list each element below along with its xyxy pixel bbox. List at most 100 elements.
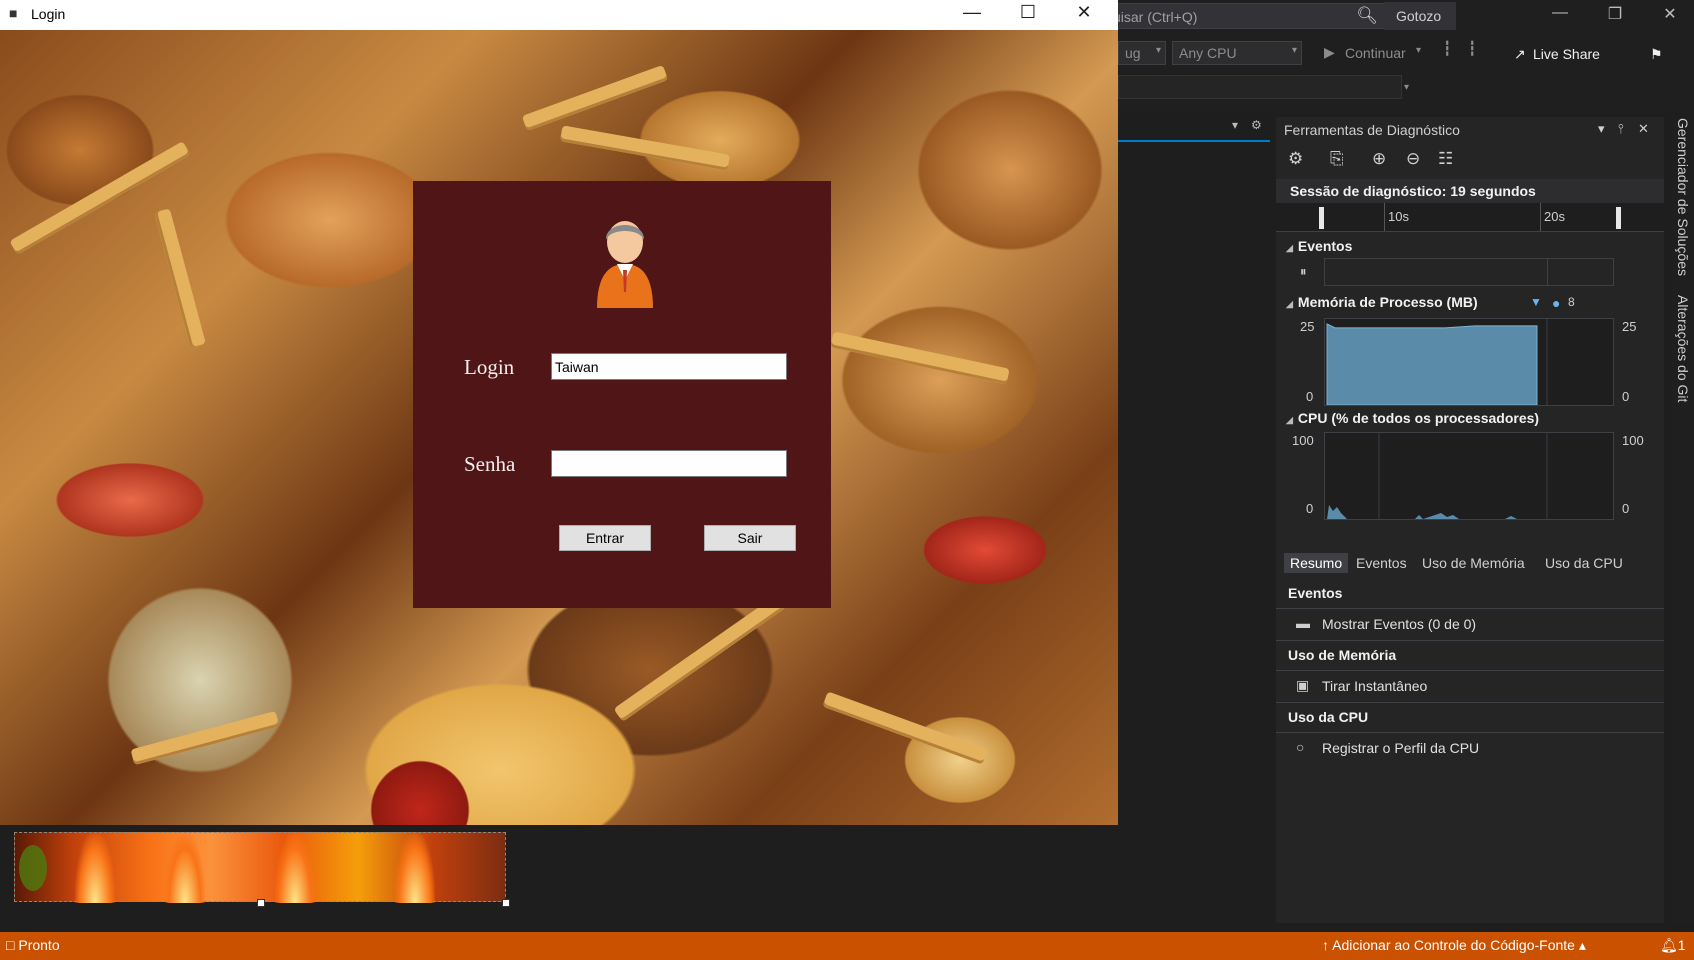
step-over-icon[interactable]: ┇ — [1468, 40, 1476, 57]
fire-picturebox[interactable] — [14, 832, 506, 903]
app-icon: ■ — [9, 5, 18, 21]
memory-y-max-left: 25 — [1300, 319, 1315, 334]
side-tab-git-changes[interactable]: Alterações do Git — [1675, 295, 1691, 402]
dropdown-icon[interactable]: ▾ — [1598, 121, 1605, 137]
tab-resumo[interactable]: Resumo — [1284, 553, 1349, 573]
diag-tabs: Resumo Eventos Uso de Memória Uso da CPU — [1276, 551, 1664, 577]
chevron-down-icon[interactable]: ▾ — [1416, 45, 1421, 56]
vs-restore-icon[interactable]: ❐ — [1600, 4, 1630, 24]
senha-label: Senha — [464, 452, 516, 476]
cpu-chart-plot — [1327, 433, 1548, 519]
active-tab-indicator — [1118, 140, 1270, 142]
minimize-icon[interactable]: — — [950, 2, 994, 23]
gc-marker-icon: ▼ — [1530, 295, 1542, 309]
fry-shape — [830, 331, 1010, 385]
flame-shape — [395, 833, 435, 903]
feedback-icon[interactable]: ⚑ — [1650, 46, 1663, 63]
login-input[interactable] — [551, 353, 787, 380]
tick-line — [1384, 203, 1385, 231]
timeline-start-handle[interactable] — [1319, 207, 1324, 229]
sair-button[interactable]: Sair — [704, 525, 796, 551]
continue-button[interactable]: Continuar — [1345, 45, 1406, 61]
notification-count: 1 — [1677, 937, 1686, 953]
zoom-out-icon[interactable]: ⊖ — [1406, 149, 1420, 169]
fry-shape — [521, 64, 669, 132]
vs-close-icon[interactable]: ✕ — [1655, 4, 1685, 24]
step-icon[interactable]: ┇ — [1443, 40, 1451, 57]
senha-input[interactable] — [551, 450, 787, 477]
config-combo-value: ug — [1125, 45, 1141, 61]
decorative-leaf — [19, 845, 47, 891]
take-snapshot-link[interactable]: ▣ Tirar Instantâneo — [1276, 671, 1664, 703]
record-cpu-profile-link[interactable]: ○ Registrar o Perfil da CPU — [1276, 733, 1664, 765]
collapse-icon: ◢ — [1286, 415, 1293, 425]
live-share-button[interactable]: Live Share — [1533, 46, 1600, 62]
cpu-chart — [1324, 432, 1614, 520]
zoom-in-icon[interactable]: ⊕ — [1372, 149, 1386, 169]
pause-icon[interactable]: ⏸ — [1300, 264, 1307, 280]
play-icon[interactable]: ▶ — [1324, 44, 1335, 61]
resize-handle[interactable] — [257, 899, 265, 907]
search-icon[interactable]: 🔍︎ — [1356, 6, 1378, 26]
status-text: □ Pronto — [6, 937, 60, 953]
notification-bell[interactable]: 🔔︎1 — [1660, 937, 1686, 954]
timeline-ruler[interactable]: 10s 20s — [1276, 203, 1664, 232]
nav-dropdown[interactable] — [1118, 75, 1402, 99]
cpu-y-min-left: 0 — [1306, 501, 1314, 516]
platform-combo[interactable]: Any CPU ▾ — [1172, 41, 1302, 65]
maximize-icon[interactable]: ☐ — [1006, 2, 1050, 23]
solution-name-badge[interactable]: Gotozo — [1384, 2, 1456, 30]
settings-icon[interactable]: ⚙ — [1288, 149, 1303, 169]
cpu-area — [1327, 505, 1517, 519]
close-icon[interactable]: ✕ — [1638, 121, 1649, 137]
gear-icon[interactable]: ⚙ — [1251, 118, 1262, 132]
memory-section-title[interactable]: ◢ Memória de Processo (MB) — [1286, 294, 1478, 310]
login-window: ■ Login — ☐ ✕ Login Senha Entrar Sair — [0, 0, 1118, 825]
bell-icon: 🔔︎ — [1660, 937, 1678, 953]
flame-shape — [75, 833, 115, 903]
chevron-down-icon[interactable]: ▾ — [1404, 82, 1409, 93]
tab-eventos[interactable]: Eventos — [1356, 555, 1407, 571]
show-events-label: Mostrar Eventos (0 de 0) — [1322, 616, 1477, 632]
cpu-y-max-right: 100 — [1622, 433, 1644, 448]
memory-section-label: Memória de Processo (MB) — [1297, 294, 1478, 310]
side-tab-solution-explorer[interactable]: Gerenciador de Soluções — [1675, 118, 1691, 276]
take-snapshot-label: Tirar Instantâneo — [1322, 678, 1428, 694]
tick-line — [1540, 203, 1541, 231]
tab-dropdown-icon[interactable]: ▾ — [1232, 118, 1238, 132]
timeline-end-handle[interactable] — [1616, 207, 1621, 229]
chevron-down-icon: ▾ — [1291, 45, 1297, 56]
editor-area — [1118, 113, 1268, 923]
memory-legend-value: 8 — [1568, 295, 1575, 309]
pin-icon[interactable]: ⫯ — [1618, 121, 1624, 137]
status-ready: Pronto — [18, 937, 60, 953]
reset-view-icon[interactable]: ☷ — [1438, 149, 1453, 169]
config-combo[interactable]: ug ▾ — [1118, 41, 1166, 65]
search-placeholder: uisar (Ctrl+Q) — [1113, 9, 1198, 25]
export-icon[interactable]: ⎘ — [1330, 149, 1344, 169]
source-control-button[interactable]: ↑ Adicionar ao Controle do Código-Fonte … — [1322, 937, 1586, 954]
diag-toolbar: ⚙ ⎘ ⊕ ⊖ ☷ — [1276, 145, 1664, 175]
memory-y-min-left: 0 — [1306, 389, 1314, 404]
share-icon[interactable]: ↗ — [1514, 46, 1526, 63]
tab-uso-cpu[interactable]: Uso da CPU — [1545, 555, 1623, 571]
entrar-button[interactable]: Entrar — [559, 525, 651, 551]
resize-handle[interactable] — [502, 899, 510, 907]
close-icon[interactable]: ✕ — [1062, 2, 1106, 23]
vs-minimize-icon[interactable]: — — [1545, 4, 1575, 22]
cpu-section-title[interactable]: ◢ CPU (% de todos os processadores) — [1286, 410, 1539, 426]
events-section-title[interactable]: ◢ Eventos — [1286, 238, 1352, 254]
summary-cpu-header: Uso da CPU — [1276, 703, 1664, 733]
diag-title: Ferramentas de Diagnóstico — [1284, 122, 1460, 138]
diagnostic-tools-panel: Ferramentas de Diagnóstico ▾ ⫯ ✕ ⚙ ⎘ ⊕ ⊖… — [1276, 117, 1664, 923]
solution-name: Gotozo — [1396, 8, 1442, 24]
summary-events-header: Eventos — [1276, 579, 1664, 609]
tab-uso-memoria[interactable]: Uso de Memória — [1422, 555, 1525, 571]
login-window-title: Login — [31, 6, 66, 22]
summary-memory-header-label: Uso de Memória — [1288, 647, 1397, 663]
show-events-link[interactable]: ▬ Mostrar Eventos (0 de 0) — [1276, 609, 1664, 641]
source-control-label: Adicionar ao Controle do Código-Fonte — [1332, 937, 1575, 953]
summary-events-header-label: Eventos — [1288, 585, 1343, 601]
events-icon: ▬ — [1296, 615, 1310, 631]
tick-label: 20s — [1544, 209, 1565, 224]
